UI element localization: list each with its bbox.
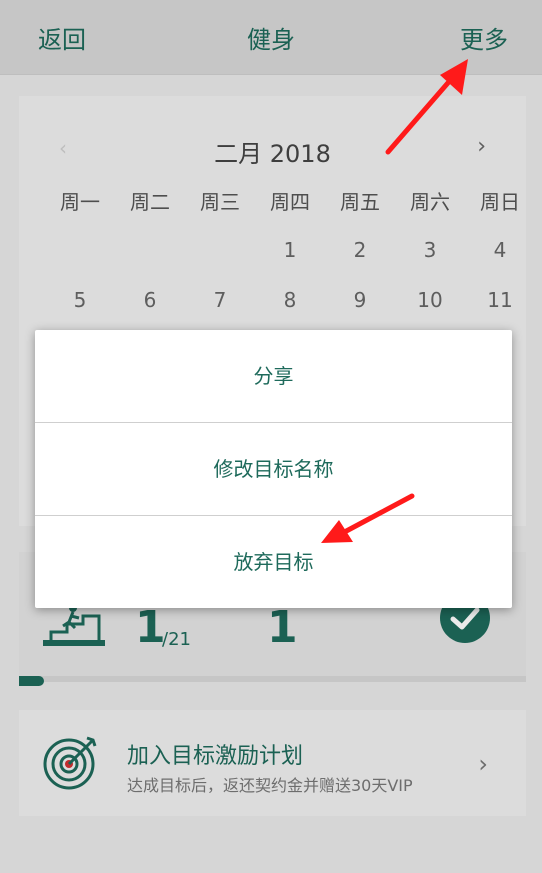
action-menu: 分享 修改目标名称 放弃目标 <box>35 330 512 608</box>
menu-item-abandon-goal[interactable]: 放弃目标 <box>35 516 512 608</box>
menu-item-share[interactable]: 分享 <box>35 330 512 422</box>
menu-item-rename-goal[interactable]: 修改目标名称 <box>35 423 512 515</box>
annotation-arrow <box>385 59 468 155</box>
annotation-arrow <box>321 493 415 543</box>
